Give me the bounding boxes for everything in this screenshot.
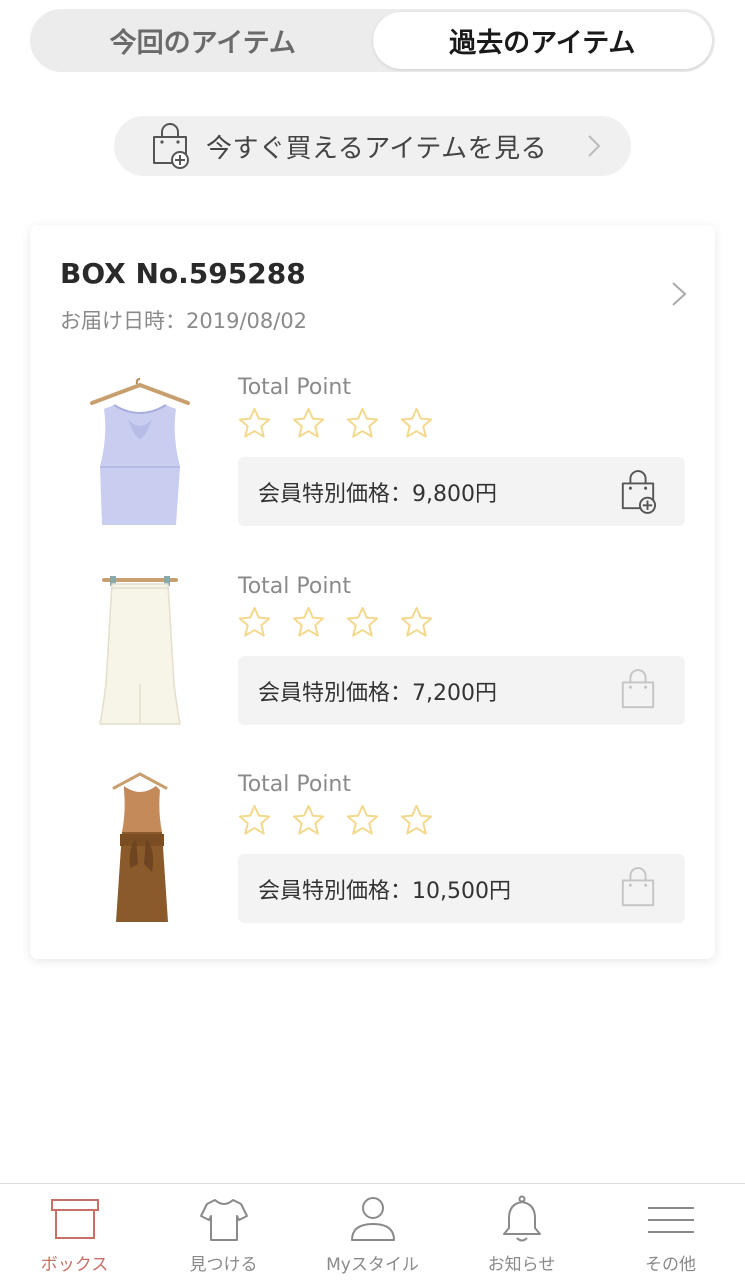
- tab-mystyle-label: Myスタイル: [326, 1255, 419, 1275]
- box-icon: [50, 1199, 99, 1239]
- star-icon[interactable]: [290, 604, 327, 641]
- bottom-tab-bar: ボックス 見つける Myスタイル お知らせ その他: [0, 1183, 745, 1280]
- tab-find[interactable]: 見つける: [149, 1184, 298, 1280]
- star-icon[interactable]: [290, 802, 327, 839]
- tab-other-label: その他: [645, 1255, 696, 1275]
- tab-current-items[interactable]: 今回のアイテム: [33, 12, 373, 69]
- price-box: 会員特別価格：7,200円: [238, 656, 685, 725]
- chevron-right-icon: [588, 135, 601, 157]
- star-icon[interactable]: [290, 405, 327, 442]
- star-rating[interactable]: [236, 604, 435, 641]
- skirt-image: [99, 576, 181, 725]
- shopping-bag-icon: [621, 866, 655, 906]
- star-icon[interactable]: [236, 405, 273, 442]
- tab-news-label: お知らせ: [487, 1255, 556, 1275]
- shirt-icon: [199, 1199, 248, 1241]
- menu-icon: [647, 1207, 694, 1233]
- add-to-cart-bag-icon[interactable]: [619, 469, 657, 514]
- box-item: Total Point 会員特別価格：7,200円: [30, 574, 715, 754]
- tab-past-items[interactable]: 過去のアイテム: [372, 12, 712, 69]
- box-card[interactable]: BOX No.595288 お届け日時：2019/08/02 Total Poi…: [30, 225, 715, 959]
- buy-now-label: 今すぐ買えるアイテムを見る: [206, 133, 548, 164]
- total-point-label: Total Point: [238, 375, 351, 400]
- member-price: 会員特別価格：9,800円: [258, 481, 497, 507]
- total-point-label: Total Point: [238, 574, 351, 599]
- buy-now-button[interactable]: 今すぐ買えるアイテムを見る: [114, 116, 631, 176]
- box-item: Total Point 会員特別価格：10,500円: [30, 772, 715, 952]
- star-icon[interactable]: [344, 802, 381, 839]
- tab-mystyle[interactable]: Myスタイル: [298, 1184, 447, 1280]
- dress-image: [112, 772, 168, 922]
- box-item: Total Point 会員特別価格：9,800円: [30, 375, 715, 555]
- star-icon[interactable]: [236, 604, 273, 641]
- tab-find-label: 見つける: [189, 1255, 258, 1275]
- price-box: 会員特別価格：9,800円: [238, 457, 685, 526]
- star-icon[interactable]: [344, 405, 381, 442]
- member-price: 会員特別価格：7,200円: [258, 680, 497, 706]
- chevron-right-icon[interactable]: [671, 281, 687, 307]
- star-icon[interactable]: [398, 604, 435, 641]
- blouse-image: [90, 378, 190, 525]
- tab-box-label: ボックス: [40, 1255, 109, 1275]
- star-icon[interactable]: [236, 802, 273, 839]
- tab-box[interactable]: ボックス: [0, 1184, 149, 1280]
- bell-icon: [502, 1195, 541, 1242]
- delivery-date: お届け日時：2019/08/02: [60, 309, 308, 333]
- star-rating[interactable]: [236, 802, 435, 839]
- price-box: 会員特別価格：10,500円: [238, 854, 685, 923]
- box-title: BOX No.595288: [60, 257, 306, 290]
- member-price: 会員特別価格：10,500円: [258, 878, 511, 904]
- star-icon[interactable]: [398, 802, 435, 839]
- star-icon[interactable]: [344, 604, 381, 641]
- item-segment-control: 今回のアイテム 過去のアイテム: [30, 9, 715, 72]
- shopping-bag-icon: [621, 668, 655, 708]
- star-rating[interactable]: [236, 405, 435, 442]
- tab-other[interactable]: その他: [596, 1184, 745, 1280]
- tab-news[interactable]: お知らせ: [447, 1184, 596, 1280]
- star-icon[interactable]: [398, 405, 435, 442]
- user-icon: [350, 1197, 395, 1241]
- shopping-bag-plus-icon: [153, 123, 189, 169]
- total-point-label: Total Point: [238, 772, 351, 797]
